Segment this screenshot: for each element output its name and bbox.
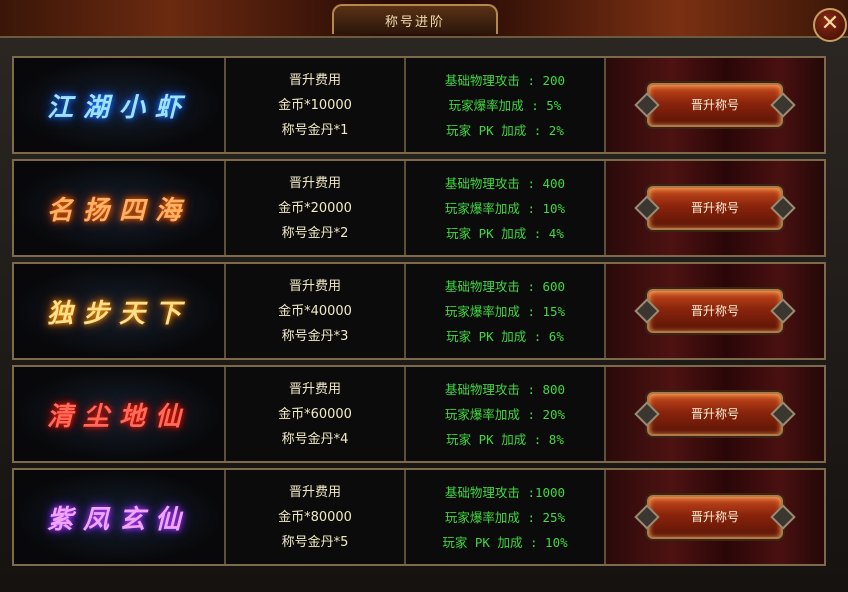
cost-header: 晋升费用 (288, 382, 341, 397)
pill-cost: 称号金丹*4 (281, 432, 349, 447)
title-name: 名扬四海 (46, 195, 191, 226)
attack-bonus: 基础物理攻击 : 600 (444, 279, 566, 294)
button-cell: 晋升称号 (606, 264, 824, 358)
title-row: 独步天下 晋升费用 金币*40000 称号金丹*3 基础物理攻击 : 600 玩… (12, 262, 826, 360)
button-cell: 晋升称号 (606, 367, 824, 461)
cost-header: 晋升费用 (288, 176, 341, 191)
cost-header: 晋升费用 (288, 279, 341, 294)
promote-title-button[interactable]: 晋升称号 (647, 186, 783, 230)
attack-bonus: 基础物理攻击 : 800 (444, 382, 566, 397)
button-cell: 晋升称号 (606, 161, 824, 255)
attribute-cell: 基础物理攻击 : 600 玩家爆率加成 : 15% 玩家 PK 加成 : 6% (406, 264, 606, 358)
attribute-cell: 基础物理攻击 :1000 玩家爆率加成 : 25% 玩家 PK 加成 : 10% (406, 470, 606, 564)
cost-cell: 晋升费用 金币*20000 称号金丹*2 (226, 161, 406, 255)
close-button[interactable]: ✕ (813, 8, 847, 42)
button-cell: 晋升称号 (606, 58, 824, 152)
attack-bonus: 基础物理攻击 : 400 (444, 176, 566, 191)
pill-cost: 称号金丹*2 (281, 226, 349, 241)
cost-cell: 晋升费用 金币*60000 称号金丹*4 (226, 367, 406, 461)
title-name-cell: 名扬四海 (14, 161, 226, 255)
gold-cost: 金币*20000 (278, 201, 352, 216)
title-name: 清尘地仙 (46, 401, 191, 432)
pill-cost: 称号金丹*3 (281, 329, 349, 344)
cost-header: 晋升费用 (288, 73, 341, 88)
title-row: 清尘地仙 晋升费用 金币*60000 称号金丹*4 基础物理攻击 : 800 玩… (12, 365, 826, 463)
title-row: 名扬四海 晋升费用 金币*20000 称号金丹*2 基础物理攻击 : 400 玩… (12, 159, 826, 257)
pk-bonus: 玩家 PK 加成 : 2% (446, 123, 564, 138)
title-row: 紫凤玄仙 晋升费用 金币*80000 称号金丹*5 基础物理攻击 :1000 玩… (12, 468, 826, 566)
drop-rate-bonus: 玩家爆率加成 : 25% (444, 510, 566, 525)
attribute-cell: 基础物理攻击 : 200 玩家爆率加成 : 5% 玩家 PK 加成 : 2% (406, 58, 606, 152)
title-name-cell: 清尘地仙 (14, 367, 226, 461)
cost-header: 晋升费用 (288, 485, 341, 500)
attribute-cell: 基础物理攻击 : 800 玩家爆率加成 : 20% 玩家 PK 加成 : 8% (406, 367, 606, 461)
title-name-cell: 江湖小虾 (14, 58, 226, 152)
cost-cell: 晋升费用 金币*10000 称号金丹*1 (226, 58, 406, 152)
attribute-cell: 基础物理攻击 : 400 玩家爆率加成 : 10% 玩家 PK 加成 : 4% (406, 161, 606, 255)
attack-bonus: 基础物理攻击 : 200 (444, 73, 566, 88)
pk-bonus: 玩家 PK 加成 : 4% (446, 226, 564, 241)
promote-title-button[interactable]: 晋升称号 (647, 83, 783, 127)
attack-bonus: 基础物理攻击 :1000 (444, 485, 566, 500)
pk-bonus: 玩家 PK 加成 : 10% (442, 535, 568, 550)
pill-cost: 称号金丹*1 (281, 123, 349, 138)
dialog-title: 称号进阶 (332, 4, 498, 34)
pk-bonus: 玩家 PK 加成 : 8% (446, 432, 564, 447)
gold-cost: 金币*80000 (278, 510, 352, 525)
title-name: 独步天下 (46, 298, 191, 329)
drop-rate-bonus: 玩家爆率加成 : 10% (444, 201, 566, 216)
title-row: 江湖小虾 晋升费用 金币*10000 称号金丹*1 基础物理攻击 : 200 玩… (12, 56, 826, 154)
promote-title-button[interactable]: 晋升称号 (647, 495, 783, 539)
cost-cell: 晋升费用 金币*40000 称号金丹*3 (226, 264, 406, 358)
title-list: 江湖小虾 晋升费用 金币*10000 称号金丹*1 基础物理攻击 : 200 玩… (8, 52, 831, 580)
drop-rate-bonus: 玩家爆率加成 : 15% (444, 304, 566, 319)
pk-bonus: 玩家 PK 加成 : 6% (446, 329, 564, 344)
drop-rate-bonus: 玩家爆率加成 : 5% (448, 98, 562, 113)
title-name-cell: 紫凤玄仙 (14, 470, 226, 564)
title-name: 江湖小虾 (46, 92, 191, 123)
gold-cost: 金币*40000 (278, 304, 352, 319)
title-name-cell: 独步天下 (14, 264, 226, 358)
title-name: 紫凤玄仙 (46, 504, 191, 535)
button-cell: 晋升称号 (606, 470, 824, 564)
promote-title-button[interactable]: 晋升称号 (647, 289, 783, 333)
pill-cost: 称号金丹*5 (281, 535, 349, 550)
gold-cost: 金币*60000 (278, 407, 352, 422)
cost-cell: 晋升费用 金币*80000 称号金丹*5 (226, 470, 406, 564)
promote-title-button[interactable]: 晋升称号 (647, 392, 783, 436)
drop-rate-bonus: 玩家爆率加成 : 20% (444, 407, 566, 422)
gold-cost: 金币*10000 (278, 98, 352, 113)
